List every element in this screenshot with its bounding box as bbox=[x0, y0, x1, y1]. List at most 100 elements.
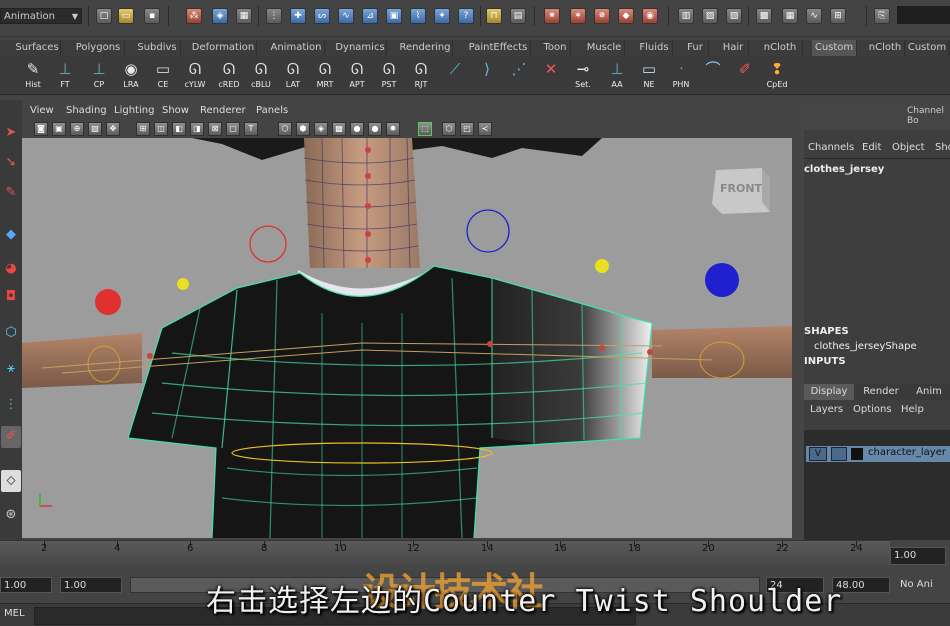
shelf-tab-hair[interactable]: Hair bbox=[718, 40, 749, 56]
viewport-menu-view[interactable]: View bbox=[30, 102, 54, 120]
shelf-cylw-button[interactable]: ᘏ cYLW bbox=[180, 58, 210, 92]
universal-manipulator-icon[interactable]: ⬡ bbox=[1, 322, 21, 344]
two-d-pan-icon[interactable]: ✥ bbox=[106, 122, 120, 136]
outliner-icon[interactable]: ▦ bbox=[782, 8, 798, 24]
image-plane-icon[interactable]: ▨ bbox=[88, 122, 102, 136]
shelf-tab-muscle[interactable]: Muscle bbox=[584, 40, 625, 56]
shelf-hist-button[interactable]: ✎ Hist bbox=[18, 58, 48, 92]
snap-point-icon[interactable]: ∿ bbox=[338, 8, 354, 24]
shelf-cblu-button[interactable]: ᘏ cBLU bbox=[246, 58, 276, 92]
xray-joints-icon[interactable]: ◰ bbox=[460, 122, 474, 136]
viewport-menu-panels[interactable]: Panels bbox=[256, 102, 288, 120]
xray-icon[interactable]: ⬡ bbox=[442, 122, 456, 136]
channel-box-menu-channels[interactable]: Channels bbox=[808, 142, 854, 153]
viewport-menu-shading[interactable]: Shading bbox=[66, 102, 107, 120]
shelf-apt-button[interactable]: ᘏ APT bbox=[342, 58, 372, 92]
shelf-aa-button[interactable]: ⊥ AA bbox=[602, 58, 632, 92]
anim-layer-dropdown[interactable]: No Ani bbox=[900, 577, 950, 593]
selected-object-name[interactable]: clothes_jersey bbox=[804, 164, 884, 175]
shelf-cred-button[interactable]: ᘏ cRED bbox=[214, 58, 244, 92]
layer-menu-layers[interactable]: Layers bbox=[810, 404, 843, 415]
soft-mod-tool-icon[interactable]: ⚹ bbox=[1, 358, 21, 380]
construction-history-icon[interactable]: ▤ bbox=[510, 8, 526, 24]
render-frame-icon[interactable]: ✷ bbox=[544, 8, 560, 24]
layout-icon[interactable]: ▩ bbox=[756, 8, 772, 24]
layer-type-toggle[interactable] bbox=[831, 447, 847, 461]
shelf-joint-tree-button[interactable]: ⋰ bbox=[504, 58, 534, 92]
shelf-pst-button[interactable]: ᘏ PST bbox=[374, 58, 404, 92]
snap-view-icon[interactable]: ⊿ bbox=[362, 8, 378, 24]
paint-weights-tool-icon[interactable]: ✐ bbox=[1, 426, 21, 448]
smooth-shade-icon[interactable]: ⬢ bbox=[296, 122, 310, 136]
channel-box-menu-object[interactable]: Object bbox=[892, 142, 925, 153]
shelf-joint-chain-button[interactable]: ⟋ bbox=[440, 58, 470, 92]
shelf-curve-button[interactable]: ⌒ bbox=[698, 58, 728, 92]
select-hierarchy-icon[interactable]: ⁂ bbox=[186, 8, 202, 24]
resolution-gate-icon[interactable]: ◧ bbox=[172, 122, 186, 136]
shelf-tab-fur[interactable]: Fur bbox=[682, 40, 709, 56]
snap-surface-icon[interactable]: ▣ bbox=[386, 8, 402, 24]
layout-four-icon[interactable]: ⊛ bbox=[1, 504, 21, 526]
viewport-panel[interactable]: FRONT bbox=[22, 138, 792, 538]
shelf-tab-deformation[interactable]: Deformation bbox=[190, 40, 257, 56]
shelf-tab-dynamics[interactable]: Dynamics bbox=[334, 40, 387, 56]
safe-title-icon[interactable]: T bbox=[244, 122, 258, 136]
quick-select-field[interactable] bbox=[897, 6, 950, 24]
hypershade-icon[interactable]: ◆ bbox=[618, 8, 634, 24]
move-tool-icon[interactable]: ◆ bbox=[1, 224, 21, 246]
render-view-icon[interactable]: ◉ bbox=[642, 8, 658, 24]
new-scene-icon[interactable]: □ bbox=[96, 8, 112, 24]
select-object-icon[interactable]: ◈ bbox=[212, 8, 228, 24]
shelf-phn-button[interactable]: ᐧ PHN bbox=[666, 58, 696, 92]
shadows-icon[interactable]: ● bbox=[368, 122, 382, 136]
use-all-lights-icon[interactable]: ● bbox=[350, 122, 364, 136]
dope-sheet-icon[interactable]: ⊞ bbox=[830, 8, 846, 24]
open-scene-icon[interactable]: ▭ bbox=[118, 8, 134, 24]
shelf-tab-painteffects[interactable]: PaintEffects bbox=[466, 40, 531, 56]
layer-menu-options[interactable]: Options bbox=[853, 404, 892, 415]
help-icon[interactable]: ? bbox=[458, 8, 474, 24]
safe-action-icon[interactable]: ▢ bbox=[226, 122, 240, 136]
render-settings-icon[interactable]: ✵ bbox=[594, 8, 610, 24]
pole-vector-right[interactable] bbox=[595, 259, 609, 273]
viewport-menu-renderer[interactable]: Renderer bbox=[200, 102, 246, 120]
layer-menu-help[interactable]: Help bbox=[901, 404, 924, 415]
layout-single-icon[interactable]: ⬦ bbox=[1, 470, 21, 492]
paint-select-tool-icon[interactable]: ✎ bbox=[1, 182, 21, 204]
shelf-tab-rendering[interactable]: Rendering bbox=[398, 40, 453, 56]
bookmark-icon[interactable]: ⊕ bbox=[70, 122, 84, 136]
shoulder-control-right[interactable] bbox=[466, 209, 510, 253]
layer-name[interactable]: character_layer bbox=[868, 447, 946, 458]
snap-curve-icon[interactable]: ᔕ bbox=[314, 8, 330, 24]
camera-select-icon[interactable]: ◙ bbox=[34, 122, 48, 136]
playback-start-field[interactable]: 1.00 bbox=[60, 577, 122, 593]
shelf-rjt-button[interactable]: ᘏ RJT bbox=[406, 58, 436, 92]
camera-attributes-icon[interactable]: ▣ bbox=[52, 122, 66, 136]
shelf-tab-animation[interactable]: Animation bbox=[268, 40, 325, 56]
shelf-cp-button[interactable]: ⊥ CP bbox=[84, 58, 114, 92]
backface-culling-icon[interactable]: ≺ bbox=[478, 122, 492, 136]
shelf-tab-ncloth-2[interactable]: nCloth bbox=[866, 40, 905, 56]
graph-editor-icon[interactable]: ∿ bbox=[806, 8, 822, 24]
input-output-icon[interactable]: ✦ bbox=[434, 8, 450, 24]
current-frame-field[interactable]: 1.00 bbox=[890, 547, 946, 565]
scale-tool-icon[interactable]: ◘ bbox=[1, 286, 21, 308]
channel-box-menu-edit[interactable]: Edit bbox=[862, 142, 881, 153]
channel-box-toggle-icon[interactable]: ▧ bbox=[726, 8, 742, 24]
lock-icon[interactable]: ⊓ bbox=[486, 8, 502, 24]
select-component-icon[interactable]: ▦ bbox=[236, 8, 252, 24]
shelf-tab-polygons[interactable]: Polygons bbox=[72, 40, 125, 56]
textured-icon[interactable]: ▩ bbox=[332, 122, 346, 136]
field-chart-icon[interactable]: ⊠ bbox=[208, 122, 222, 136]
quick-rename-icon[interactable]: ⎘ bbox=[874, 8, 890, 24]
channel-box-menu-show[interactable]: Sho bbox=[935, 142, 950, 153]
shelf-lat-button[interactable]: ᘏ LAT bbox=[278, 58, 308, 92]
tool-settings-icon[interactable]: ▨ bbox=[702, 8, 718, 24]
menu-set-dropdown[interactable]: Animation ▼ bbox=[0, 8, 82, 24]
shelf-ft-button[interactable]: ⊥ FT bbox=[50, 58, 80, 92]
viewport-menu-show[interactable]: Show bbox=[162, 102, 189, 120]
lasso-tool-icon[interactable]: ➘ bbox=[1, 152, 21, 174]
shelf-tab-custom[interactable]: Custom bbox=[812, 40, 857, 56]
select-tool-icon[interactable]: ➤ bbox=[1, 122, 21, 144]
layer-tab-display[interactable]: Display bbox=[804, 384, 854, 400]
